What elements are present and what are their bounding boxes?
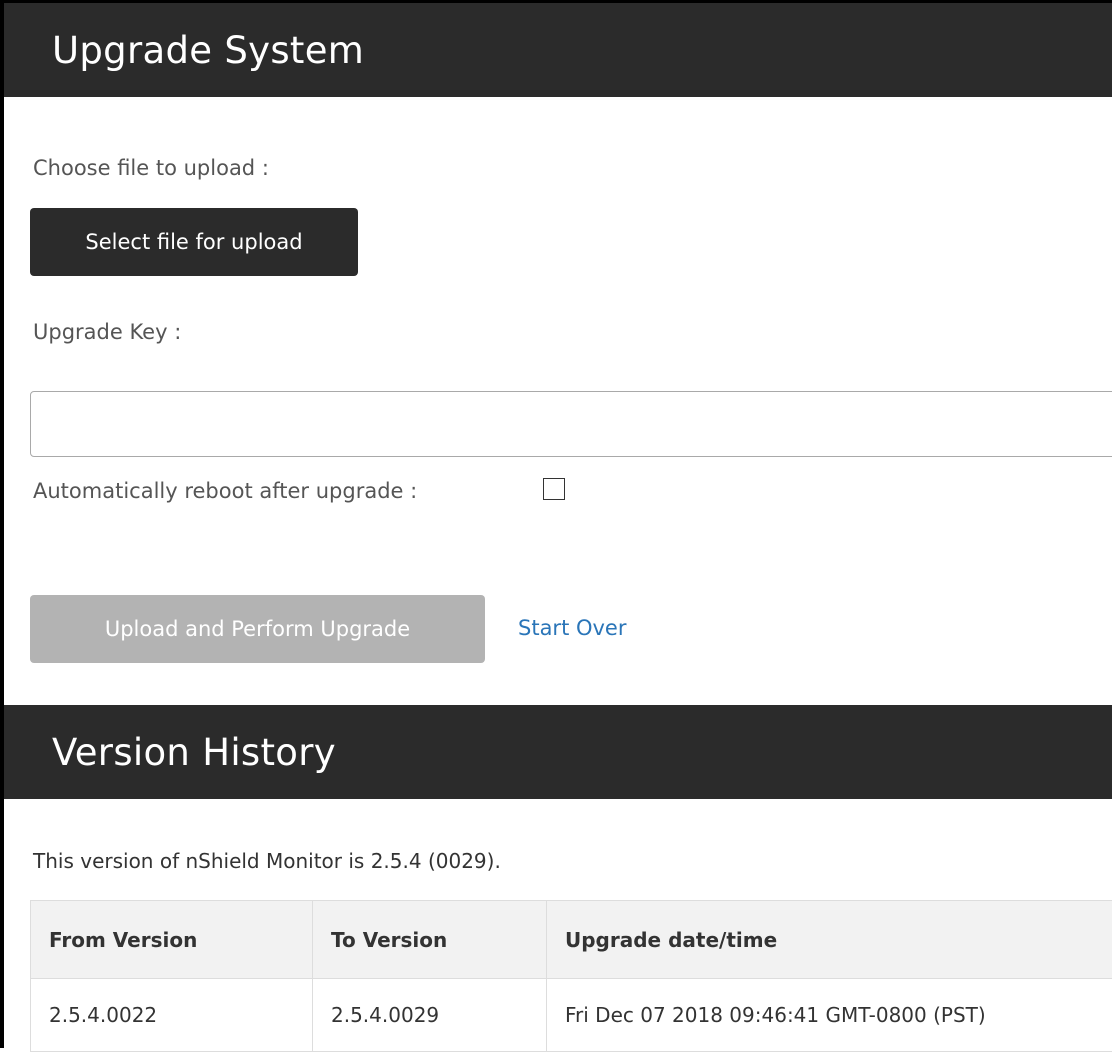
select-file-button-label: Select file for upload <box>85 230 302 254</box>
upload-button-label: Upload and Perform Upgrade <box>105 617 410 641</box>
version-history-title: Version History <box>52 731 336 774</box>
upgrade-key-input[interactable] <box>30 391 1112 457</box>
upgrade-system-header: Upgrade System <box>4 3 1112 97</box>
choose-file-label: Choose file to upload : <box>33 156 269 180</box>
upgrade-system-title: Upgrade System <box>52 29 364 72</box>
column-header-from-version: From Version <box>31 901 313 979</box>
column-header-upgrade-datetime: Upgrade date/time <box>547 901 1112 979</box>
version-history-header: Version History <box>4 705 1112 799</box>
auto-reboot-checkbox[interactable] <box>543 478 565 500</box>
table-row: 2.5.4.0022 2.5.4.0029 Fri Dec 07 2018 09… <box>31 979 1112 1052</box>
cell-from-version: 2.5.4.0022 <box>31 979 313 1052</box>
column-header-to-version: To Version <box>313 901 547 979</box>
start-over-link[interactable]: Start Over <box>518 616 627 640</box>
version-history-table: From Version To Version Upgrade date/tim… <box>30 900 1112 1052</box>
upgrade-key-label: Upgrade Key : <box>33 320 181 344</box>
cell-upgrade-datetime: Fri Dec 07 2018 09:46:41 GMT-0800 (PST) <box>547 979 1112 1052</box>
auto-reboot-label: Automatically reboot after upgrade : <box>33 479 417 503</box>
cell-to-version: 2.5.4.0029 <box>313 979 547 1052</box>
select-file-button[interactable]: Select file for upload <box>30 208 358 276</box>
table-header-row: From Version To Version Upgrade date/tim… <box>31 901 1112 979</box>
window-left-border <box>0 0 4 1048</box>
current-version-text: This version of nShield Monitor is 2.5.4… <box>33 849 501 873</box>
upload-perform-upgrade-button[interactable]: Upload and Perform Upgrade <box>30 595 485 663</box>
